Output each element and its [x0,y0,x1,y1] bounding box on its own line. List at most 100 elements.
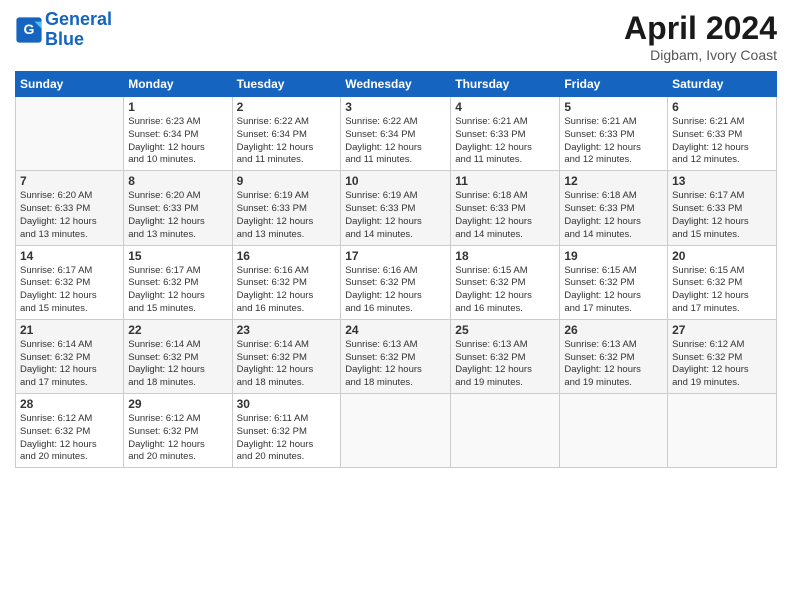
calendar-cell: 7 Sunrise: 6:20 AMSunset: 6:33 PMDaylight… [16,171,124,245]
day-info: Sunrise: 6:14 AMSunset: 6:32 PMDaylight:… [237,339,337,390]
day-number: 7 [20,174,119,188]
calendar-cell: 17 Sunrise: 6:16 AMSunset: 6:32 PMDayligh… [341,245,451,319]
calendar-cell: 22Sunrise: 6:14 AMSunset: 6:32 PMDayligh… [124,319,232,393]
day-number: 10 [345,174,446,188]
col-saturday: Saturday [668,72,777,97]
calendar-table: Sunday Monday Tuesday Wednesday Thursday… [15,71,777,468]
day-number: 24 [345,323,446,337]
calendar-cell: 26 Sunrise: 6:13 AMSunset: 6:32 PMDayligh… [560,319,668,393]
day-number: 17 [345,249,446,263]
day-number: 15 [128,249,227,263]
day-info: Sunrise: 6:15 AMSunset: 6:32 PMDaylight:… [564,265,663,316]
day-info: Sunrise: 6:12 AMSunset: 6:32 PMDaylight:… [672,339,772,390]
calendar-cell: 8 Sunrise: 6:20 AMSunset: 6:33 PMDaylight… [124,171,232,245]
day-info: Sunrise: 6:15 AMSunset: 6:32 PMDaylight:… [672,265,772,316]
calendar-cell [16,97,124,171]
day-number: 8 [128,174,227,188]
day-info: Sunrise: 6:12 AMSunset: 6:32 PMDaylight:… [128,413,227,464]
day-info: Sunrise: 6:14 AMSunset: 6:32 PMDaylight:… [128,339,227,390]
calendar-cell: 6Sunrise: 6:21 AMSunset: 6:33 PMDaylight… [668,97,777,171]
calendar-cell [341,394,451,468]
day-info: Sunrise: 6:14 AMSunset: 6:32 PMDaylight:… [20,339,119,390]
calendar-cell [560,394,668,468]
day-info: Sunrise: 6:13 AMSunset: 6:32 PMDaylight:… [455,339,555,390]
day-info: Sunrise: 6:20 AMSunset: 6:33 PMDaylight:… [20,190,119,241]
calendar-cell: 3Sunrise: 6:22 AMSunset: 6:34 PMDaylight… [341,97,451,171]
day-info: Sunrise: 6:16 AMSunset: 6:32 PMDaylight:… [345,265,446,316]
calendar-cell: 15 Sunrise: 6:17 AMSunset: 6:32 PMDayligh… [124,245,232,319]
calendar-cell: 19 Sunrise: 6:15 AMSunset: 6:32 PMDayligh… [560,245,668,319]
calendar-cell [451,394,560,468]
day-number: 29 [128,397,227,411]
calendar-cell: 29 Sunrise: 6:12 AMSunset: 6:32 PMDayligh… [124,394,232,468]
calendar-cell: 1 Sunrise: 6:23 AMSunset: 6:34 PMDaylight… [124,97,232,171]
day-info: Sunrise: 6:18 AMSunset: 6:33 PMDaylight:… [455,190,555,241]
day-info: Sunrise: 6:17 AMSunset: 6:33 PMDaylight:… [672,190,772,241]
calendar-cell: 11 Sunrise: 6:18 AMSunset: 6:33 PMDayligh… [451,171,560,245]
calendar-cell: 23Sunrise: 6:14 AMSunset: 6:32 PMDayligh… [232,319,341,393]
calendar-week-row: 1 Sunrise: 6:23 AMSunset: 6:34 PMDaylight… [16,97,777,171]
calendar-cell: 12Sunrise: 6:18 AMSunset: 6:33 PMDayligh… [560,171,668,245]
month-title: April 2024 [624,10,777,47]
day-number: 16 [237,249,337,263]
location-subtitle: Digbam, Ivory Coast [624,47,777,63]
col-tuesday: Tuesday [232,72,341,97]
day-number: 3 [345,100,446,114]
calendar-cell: 20 Sunrise: 6:15 AMSunset: 6:32 PMDayligh… [668,245,777,319]
day-number: 14 [20,249,119,263]
day-info: Sunrise: 6:15 AMSunset: 6:32 PMDaylight:… [455,265,555,316]
day-number: 5 [564,100,663,114]
calendar-cell: 30Sunrise: 6:11 AMSunset: 6:32 PMDayligh… [232,394,341,468]
calendar-cell: 2Sunrise: 6:22 AMSunset: 6:34 PMDaylight… [232,97,341,171]
day-info: Sunrise: 6:19 AMSunset: 6:33 PMDaylight:… [237,190,337,241]
calendar-week-row: 21 Sunrise: 6:14 AMSunset: 6:32 PMDayligh… [16,319,777,393]
col-wednesday: Wednesday [341,72,451,97]
day-number: 11 [455,174,555,188]
col-sunday: Sunday [16,72,124,97]
day-number: 1 [128,100,227,114]
day-info: Sunrise: 6:20 AMSunset: 6:33 PMDaylight:… [128,190,227,241]
calendar-cell: 5 Sunrise: 6:21 AMSunset: 6:33 PMDaylight… [560,97,668,171]
day-info: Sunrise: 6:21 AMSunset: 6:33 PMDaylight:… [564,116,663,167]
day-number: 26 [564,323,663,337]
logo-blue: Blue [45,29,84,49]
day-info: Sunrise: 6:17 AMSunset: 6:32 PMDaylight:… [128,265,227,316]
day-number: 20 [672,249,772,263]
day-info: Sunrise: 6:22 AMSunset: 6:34 PMDaylight:… [237,116,337,167]
day-number: 13 [672,174,772,188]
day-info: Sunrise: 6:23 AMSunset: 6:34 PMDaylight:… [128,116,227,167]
calendar-cell: 18 Sunrise: 6:15 AMSunset: 6:32 PMDayligh… [451,245,560,319]
svg-text:G: G [24,21,35,37]
day-number: 19 [564,249,663,263]
day-info: Sunrise: 6:21 AMSunset: 6:33 PMDaylight:… [672,116,772,167]
day-info: Sunrise: 6:21 AMSunset: 6:33 PMDaylight:… [455,116,555,167]
day-info: Sunrise: 6:19 AMSunset: 6:33 PMDaylight:… [345,190,446,241]
calendar-header-row: Sunday Monday Tuesday Wednesday Thursday… [16,72,777,97]
calendar-week-row: 28Sunrise: 6:12 AMSunset: 6:32 PMDayligh… [16,394,777,468]
calendar-cell: 16 Sunrise: 6:16 AMSunset: 6:32 PMDayligh… [232,245,341,319]
day-info: Sunrise: 6:18 AMSunset: 6:33 PMDaylight:… [564,190,663,241]
day-number: 18 [455,249,555,263]
page: G General Blue April 2024 Digbam, Ivory … [0,0,792,612]
day-info: Sunrise: 6:13 AMSunset: 6:32 PMDaylight:… [564,339,663,390]
calendar-cell: 27Sunrise: 6:12 AMSunset: 6:32 PMDayligh… [668,319,777,393]
logo-general: General [45,9,112,29]
col-thursday: Thursday [451,72,560,97]
day-number: 21 [20,323,119,337]
day-info: Sunrise: 6:16 AMSunset: 6:32 PMDaylight:… [237,265,337,316]
logo-text: General Blue [45,10,112,50]
logo: G General Blue [15,10,112,50]
calendar-cell: 25 Sunrise: 6:13 AMSunset: 6:32 PMDayligh… [451,319,560,393]
calendar-cell: 4Sunrise: 6:21 AMSunset: 6:33 PMDaylight… [451,97,560,171]
day-info: Sunrise: 6:13 AMSunset: 6:32 PMDaylight:… [345,339,446,390]
col-monday: Monday [124,72,232,97]
col-friday: Friday [560,72,668,97]
logo-icon: G [15,16,43,44]
header: G General Blue April 2024 Digbam, Ivory … [15,10,777,63]
calendar-cell: 24 Sunrise: 6:13 AMSunset: 6:32 PMDayligh… [341,319,451,393]
day-info: Sunrise: 6:12 AMSunset: 6:32 PMDaylight:… [20,413,119,464]
day-number: 25 [455,323,555,337]
calendar-cell: 13 Sunrise: 6:17 AMSunset: 6:33 PMDayligh… [668,171,777,245]
day-number: 30 [237,397,337,411]
calendar-week-row: 7 Sunrise: 6:20 AMSunset: 6:33 PMDaylight… [16,171,777,245]
